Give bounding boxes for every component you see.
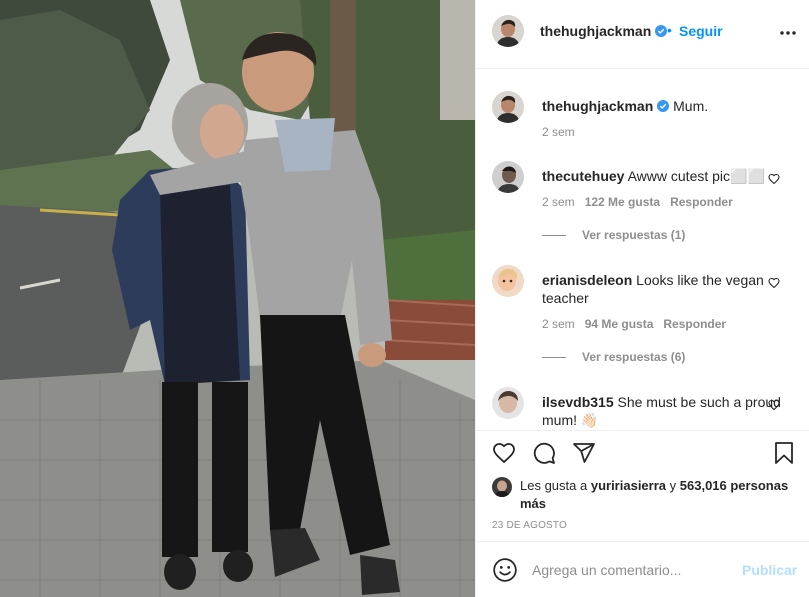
reply-button[interactable]: Responder	[663, 317, 726, 331]
author-avatar[interactable]	[492, 15, 524, 47]
comment-item: thecutehuey Awww cutest pic⬜⬜ 2 sem 122 M…	[492, 161, 792, 251]
comment-like-icon[interactable]	[768, 277, 780, 289]
comment-likes[interactable]: 122 Me gusta	[585, 195, 660, 209]
caption: thehughjackman Mum. 2 sem	[492, 91, 792, 151]
comment-username[interactable]: erianisdeleon	[542, 272, 632, 288]
comment-item: erianisdeleon Looks like the vegan teach…	[492, 265, 792, 369]
comment-username[interactable]: ilsevdb315	[542, 394, 614, 410]
comment-body: Awww cutest pic⬜⬜	[627, 168, 765, 184]
reply-button[interactable]: Responder	[670, 195, 733, 209]
comment-time[interactable]: 2 sem	[542, 195, 575, 209]
likes-conjunction: y	[669, 478, 677, 493]
follow-button[interactable]: Seguir	[679, 23, 723, 39]
caption-meta: 2 sem	[542, 125, 585, 139]
header-separator: •	[667, 22, 672, 38]
view-replies-label: Ver respuestas (6)	[582, 350, 686, 364]
view-replies-button[interactable]: Ver respuestas (1)	[542, 228, 685, 242]
comment-like-icon[interactable]	[768, 399, 780, 411]
view-replies-button[interactable]: Ver respuestas (6)	[542, 350, 685, 364]
publish-button[interactable]: Publicar	[742, 562, 797, 578]
instagram-post: thehughjackman • Seguir thehughjackman M…	[0, 0, 809, 597]
caption-body: Mum.	[673, 98, 709, 114]
view-replies-label: Ver respuestas (1)	[582, 228, 686, 242]
caption-avatar[interactable]	[492, 91, 524, 123]
photo-illustration	[0, 0, 475, 597]
comments-list[interactable]: thehughjackman Mum. 2 sem thecutehuey Aw…	[476, 69, 809, 430]
commenter-avatar[interactable]	[492, 265, 524, 297]
comment-input[interactable]	[532, 556, 732, 584]
liker-avatar[interactable]	[492, 477, 512, 497]
comment-username[interactable]: thecutehuey	[542, 168, 624, 184]
caption-text: thehughjackman Mum.	[542, 97, 782, 115]
verified-badge-icon	[657, 100, 670, 112]
caption-time[interactable]: 2 sem	[542, 125, 575, 139]
comment-like-icon[interactable]	[768, 173, 780, 185]
comment-meta: 2 sem 94 Me gusta Responder	[542, 317, 736, 331]
emoji-icon[interactable]	[492, 557, 518, 583]
post-photo[interactable]	[0, 0, 475, 597]
comment-text: ilsevdb315 She must be such a proud mum!…	[542, 393, 782, 429]
post-date[interactable]: 23 DE AGOSTO	[492, 520, 567, 531]
add-comment-bar: Publicar	[476, 541, 809, 597]
author-username[interactable]: thehughjackman	[540, 23, 668, 39]
bookmark-icon[interactable]	[772, 441, 796, 465]
comment-time[interactable]: 2 sem	[542, 317, 575, 331]
post-header: thehughjackman • Seguir	[476, 0, 809, 69]
send-icon[interactable]	[572, 441, 596, 465]
commenter-avatar[interactable]	[492, 161, 524, 193]
comment-text: thecutehuey Awww cutest pic⬜⬜	[542, 167, 782, 185]
comment-item: ilsevdb315 She must be such a proud mum!…	[492, 387, 792, 430]
post-side-panel: thehughjackman • Seguir thehughjackman M…	[475, 0, 809, 597]
likes-prefix: Les gusta a	[520, 478, 588, 493]
comment-icon[interactable]	[532, 441, 556, 465]
more-options-icon[interactable]	[776, 23, 800, 43]
likes-text: Les gusta a yuririasierra y 563,016 pers…	[520, 477, 790, 513]
post-actions: Les gusta a yuririasierra y 563,016 pers…	[476, 430, 809, 541]
commenter-avatar[interactable]	[492, 387, 524, 419]
replies-divider	[542, 235, 566, 237]
verified-badge-icon	[655, 25, 668, 37]
caption-username[interactable]: thehughjackman	[542, 98, 653, 114]
replies-divider	[542, 357, 566, 359]
comment-meta: 2 sem 122 Me gusta Responder	[542, 195, 743, 209]
liker-username[interactable]: yuririasierra	[591, 478, 666, 493]
comment-text: erianisdeleon Looks like the vegan teach…	[542, 271, 782, 307]
comment-likes[interactable]: 94 Me gusta	[585, 317, 654, 331]
heart-icon[interactable]	[492, 441, 516, 465]
